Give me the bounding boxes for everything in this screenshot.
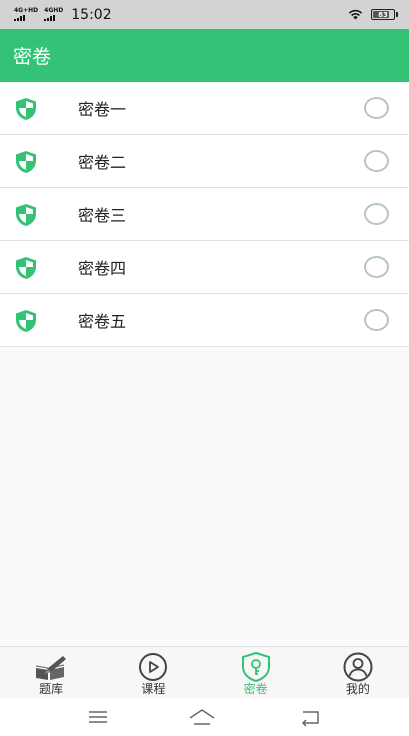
select-radio[interactable] — [364, 203, 389, 225]
signal-bars-icon — [14, 15, 25, 21]
select-radio[interactable] — [364, 97, 389, 119]
cell-signal-2: 4GHD — [44, 8, 63, 21]
shield-icon — [16, 310, 36, 332]
list-item[interactable]: 密卷一 — [0, 82, 409, 135]
select-radio[interactable] — [364, 309, 389, 331]
tab-me[interactable]: 我的 — [307, 647, 409, 698]
tab-label: 我的 — [345, 682, 370, 696]
list-item-label: 密卷二 — [78, 153, 127, 172]
battery-icon: 83 — [371, 9, 398, 20]
status-bar: 4G+HD 4GHD 15:02 83 — [0, 0, 409, 29]
app-bar: 密卷 — [0, 29, 409, 82]
list-item-label: 密卷一 — [78, 100, 127, 119]
tab-label: 密卷 — [243, 682, 268, 696]
play-circle-icon — [139, 653, 168, 681]
back-icon[interactable] — [298, 707, 322, 727]
list-item[interactable]: 密卷二 — [0, 135, 409, 188]
shield-icon — [16, 98, 36, 120]
shield-icon — [16, 151, 36, 173]
list-item-label: 密卷三 — [78, 206, 127, 225]
tab-courses[interactable]: 课程 — [102, 647, 204, 698]
system-nav-bar — [0, 698, 409, 736]
signal-bars-icon — [44, 15, 56, 21]
page-title: 密卷 — [13, 46, 52, 68]
tab-secret-papers[interactable]: 密卷 — [205, 647, 307, 698]
cell-signal-1: 4G+HD — [14, 8, 38, 21]
select-radio[interactable] — [364, 256, 389, 278]
battery-level: 83 — [378, 10, 388, 19]
list-item[interactable]: 密卷四 — [0, 241, 409, 294]
user-circle-icon — [343, 652, 373, 682]
list-item-label: 密卷五 — [78, 312, 127, 331]
bottom-tab-bar: 题库 课程 密卷 我的 — [0, 646, 409, 698]
tab-label: 题库 — [39, 682, 64, 696]
list-item-label: 密卷四 — [78, 259, 127, 278]
shield-icon — [16, 204, 36, 226]
list-item[interactable]: 密卷三 — [0, 188, 409, 241]
signal-2-label: 4GHD — [44, 7, 64, 14]
list-item[interactable]: 密卷五 — [0, 294, 409, 347]
signal-1-label: 4G+HD — [14, 7, 39, 14]
wifi-icon — [348, 9, 363, 20]
status-time: 15:02 — [71, 6, 112, 23]
tab-question-bank[interactable]: 题库 — [0, 647, 102, 698]
menu-icon[interactable] — [86, 707, 110, 727]
home-icon[interactable] — [188, 707, 216, 727]
book-pen-icon — [36, 656, 67, 680]
select-radio[interactable] — [364, 150, 389, 172]
shield-icon — [16, 257, 36, 279]
lock-shield-icon — [241, 652, 270, 682]
tab-label: 课程 — [141, 682, 166, 696]
paper-list: 密卷一密卷二密卷三密卷四密卷五 — [0, 82, 409, 347]
